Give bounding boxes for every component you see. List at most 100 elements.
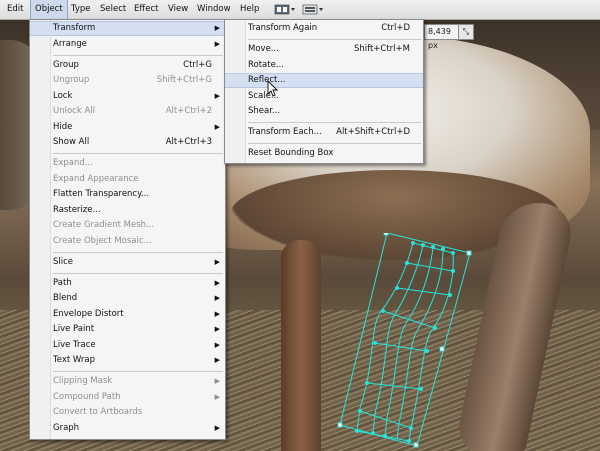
menu-item-label: Transform — [53, 23, 96, 33]
menu-item-arrange[interactable]: Arrange ▶ — [30, 37, 225, 52]
menu-item-show-all[interactable]: Show All Alt+Ctrl+3 — [30, 135, 225, 150]
menu-item-flatten-transparency[interactable]: Flatten Transparency... — [30, 187, 225, 202]
menu-item-create-gradient-mesh[interactable]: Create Gradient Mesh... — [30, 218, 225, 233]
menu-item-scale[interactable]: Scale... — [225, 89, 423, 104]
menu-item-move[interactable]: Move... Shift+Ctrl+M — [225, 42, 423, 57]
bridge-icon[interactable] — [274, 3, 296, 16]
menu-item-hide[interactable]: Hide ▶ — [30, 120, 225, 135]
menu-item-label: Convert to Artboards — [53, 407, 143, 417]
menu-help[interactable]: Help — [236, 0, 263, 19]
menu-item-live-trace[interactable]: Live Trace ▶ — [30, 338, 225, 353]
menu-item-clipping-mask[interactable]: Clipping Mask ▶ — [30, 374, 225, 389]
menu-item-live-paint[interactable]: Live Paint ▶ — [30, 322, 225, 337]
submenu-arrow-icon: ▶ — [214, 123, 220, 131]
menu-item-transform[interactable]: Transform ▶ — [30, 21, 225, 36]
menu-object[interactable]: Object — [30, 0, 68, 20]
menu-item-label: Compound Path — [53, 392, 121, 402]
menu-item-label: Create Gradient Mesh... — [53, 220, 155, 230]
menu-item-label: Transform Each... — [248, 127, 322, 137]
menu-item-create-object-mosaic[interactable]: Create Object Mosaic... — [30, 234, 225, 249]
menu-item-path[interactable]: Path ▶ — [30, 276, 225, 291]
menu-item-label: Live Paint — [53, 324, 95, 334]
menu-separator — [53, 153, 223, 154]
menu-separator — [248, 39, 421, 40]
menu-item-label: Rotate... — [248, 60, 284, 70]
menu-item-label: Move... — [248, 44, 279, 54]
menu-item-label: Shear... — [248, 106, 281, 116]
menu-item-rasterize[interactable]: Rasterize... — [30, 203, 225, 218]
menu-item-label: Reset Bounding Box — [248, 148, 334, 158]
menu-item-expand[interactable]: Expand... — [30, 156, 225, 171]
menu-item-compound-path[interactable]: Compound Path ▶ — [30, 390, 225, 405]
submenu-arrow-icon: ▶ — [214, 310, 220, 318]
menu-item-convert-to-artboards[interactable]: Convert to Artboards — [30, 405, 225, 420]
menu-effect[interactable]: Effect — [130, 0, 162, 19]
menu-item-label: Envelope Distort — [53, 309, 124, 319]
menu-item-group[interactable]: Group Ctrl+G — [30, 58, 225, 73]
menu-item-expand-appearance[interactable]: Expand Appearance — [30, 172, 225, 187]
menu-separator — [53, 273, 223, 274]
mouse-cursor-icon — [267, 80, 279, 97]
menu-item-rotate[interactable]: Rotate... — [225, 58, 423, 73]
gradient-mesh-selection[interactable] — [335, 233, 475, 448]
menu-item-reflect[interactable]: Reflect... — [225, 73, 423, 88]
menu-separator — [248, 122, 421, 123]
gradient-leg-shape[interactable] — [281, 240, 321, 451]
menu-window[interactable]: Window — [193, 0, 235, 19]
menu-item-label: Transform Again — [248, 23, 318, 33]
menu-item-label: Show All — [53, 137, 90, 147]
menu-item-shear[interactable]: Shear... — [225, 104, 423, 119]
menu-type[interactable]: Type — [67, 0, 95, 19]
menu-item-label: Group — [53, 60, 79, 70]
menu-item-label: Unlock All — [53, 106, 96, 116]
menu-item-label: Lock — [53, 91, 73, 101]
menu-item-lock[interactable]: Lock ▶ — [30, 89, 225, 104]
submenu-arrow-icon: ▶ — [214, 341, 220, 349]
width-field[interactable]: 8,439 px — [424, 24, 459, 50]
submenu-arrow-icon: ▶ — [214, 356, 220, 364]
submenu-arrow-icon: ▶ — [214, 377, 220, 385]
menu-item-blend[interactable]: Blend ▶ — [30, 291, 225, 306]
submenu-arrow-icon: ▶ — [214, 92, 220, 100]
menu-separator — [53, 252, 223, 253]
submenu-arrow-icon: ▶ — [214, 258, 220, 266]
menu-item-shortcut: Alt+Shift+Ctrl+D — [336, 127, 410, 137]
menu-item-label: Expand Appearance — [53, 174, 139, 184]
menu-item-label: Arrange — [53, 39, 87, 49]
menu-item-ungroup[interactable]: Ungroup Shift+Ctrl+G — [30, 73, 225, 88]
menu-separator — [53, 55, 223, 56]
menu-view[interactable]: View — [164, 0, 192, 19]
menu-item-label: Blend — [53, 293, 78, 303]
menu-item-graph[interactable]: Graph ▶ — [30, 421, 225, 436]
constrain-icon[interactable]: ⤡ — [458, 24, 474, 40]
menu-item-text-wrap[interactable]: Text Wrap ▶ — [30, 353, 225, 368]
menu-item-slice[interactable]: Slice ▶ — [30, 255, 225, 270]
menu-item-label: Expand... — [53, 158, 93, 168]
menu-item-envelope-distort[interactable]: Envelope Distort ▶ — [30, 307, 225, 322]
menu-item-label: Flatten Transparency... — [53, 189, 150, 199]
menu-item-label: Slice — [53, 257, 74, 267]
menu-item-label: Hide — [53, 122, 73, 132]
submenu-arrow-icon: ▶ — [214, 294, 220, 302]
menu-item-shortcut: Ctrl+G — [183, 60, 212, 70]
menu-separator — [53, 371, 223, 372]
menu-item-transform-each[interactable]: Transform Each... Alt+Shift+Ctrl+D — [225, 125, 423, 140]
menu-select[interactable]: Select — [96, 0, 130, 19]
menu-edit[interactable]: Edit — [3, 0, 27, 19]
submenu-arrow-icon: ▶ — [214, 325, 220, 333]
menu-item-shortcut: Ctrl+D — [381, 23, 410, 33]
object-menu: Transform ▶ Arrange ▶ Group Ctrl+G Ungro… — [29, 19, 226, 440]
submenu-arrow-icon: ▶ — [214, 424, 220, 432]
menu-item-transform-again[interactable]: Transform Again Ctrl+D — [225, 21, 423, 36]
menu-item-reset-bounding-box[interactable]: Reset Bounding Box — [225, 146, 423, 161]
menu-item-label: Text Wrap — [53, 355, 96, 365]
menu-item-label: Clipping Mask — [53, 376, 113, 386]
menu-item-shortcut: Shift+Ctrl+G — [156, 75, 212, 85]
menu-item-shortcut: Alt+Ctrl+2 — [165, 106, 212, 116]
menu-item-unlock-all[interactable]: Unlock All Alt+Ctrl+2 — [30, 104, 225, 119]
menu-item-label: Graph — [53, 423, 80, 433]
submenu-arrow-icon: ▶ — [214, 24, 220, 32]
arrange-documents-icon[interactable] — [302, 3, 324, 16]
menu-item-label: Path — [53, 278, 72, 288]
submenu-arrow-icon: ▶ — [214, 393, 220, 401]
